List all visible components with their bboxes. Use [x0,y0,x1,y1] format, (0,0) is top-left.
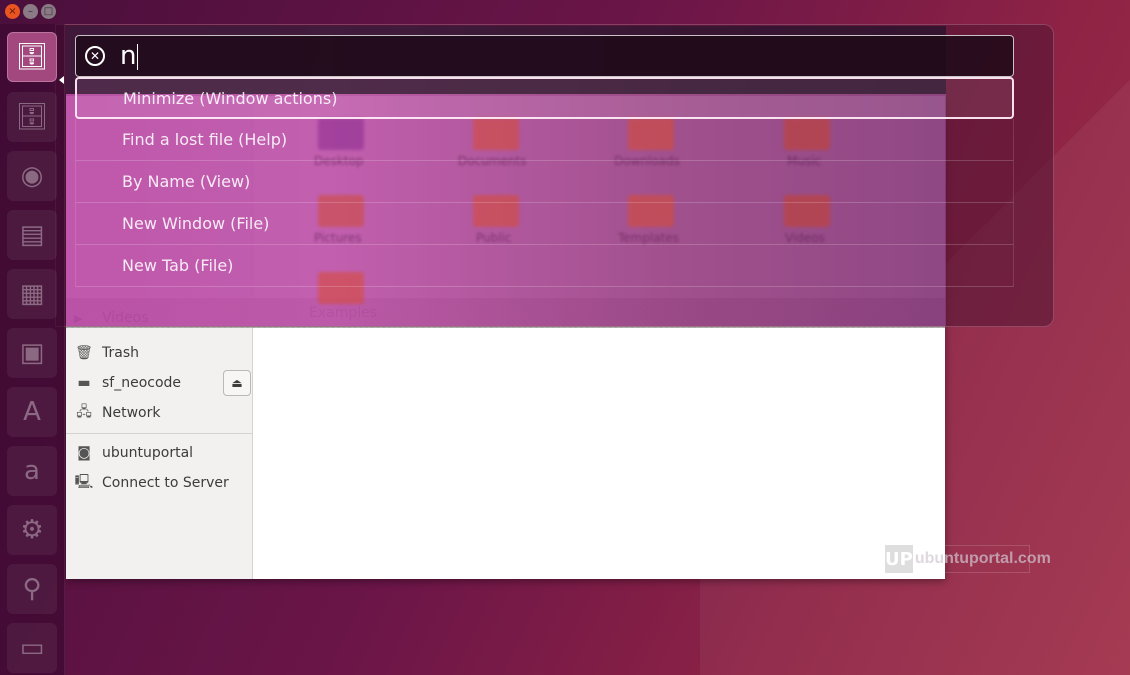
hud-search-input[interactable]: ✕ n [75,35,1014,77]
launcher-item-files[interactable]: 🗄 [7,32,57,82]
hud-result-item[interactable]: New Tab (File) [75,245,1014,287]
hud-result-item[interactable]: Minimize (Window actions) [75,77,1014,119]
sidebar-item-label: Network [102,405,161,421]
clear-search-icon[interactable]: ✕ [85,46,105,66]
launcher-item-files-secondary[interactable]: 🗄 [7,92,57,142]
active-indicator-icon [59,76,64,84]
libreoffice-calc-icon: ▦ [19,279,45,309]
settings-gear-icon: ⚙ [20,515,44,545]
launcher-item-amazon[interactable]: a [7,446,57,496]
launcher-item-system-settings[interactable]: ⚙ [7,505,57,555]
unity-launcher: 🗄 🗄 ◉ ▤ ▦ ▣ A a ⚙ ⚲ ▭ [0,24,65,675]
hud-result-item[interactable]: New Window (File) [75,203,1014,245]
eject-icon: ⏏ [231,376,243,390]
watermark-logo: UP [885,545,913,573]
sidebar-item-label: ubuntuportal [102,445,194,461]
hud-result-label: New Tab (File) [122,256,234,275]
launcher-item-drive[interactable]: ⚲ [7,564,57,614]
drive-icon: ⚲ [22,574,42,604]
hud-result-item[interactable]: Find a lost file (Help) [75,119,1014,161]
file-cabinet-icon: 🗄 [15,102,49,132]
sidebar-item-connect-to-server[interactable]: 🖳 Connect to Server [74,470,229,496]
maximize-window-button[interactable]: □ [41,4,56,19]
firefox-icon: ◉ [20,161,44,191]
libreoffice-impress-icon: ▣ [19,338,45,368]
launcher-item-impress[interactable]: ▣ [7,328,57,378]
server-icon: 🖳 [74,474,94,490]
sidebar-item-label: sf_neocode [102,375,182,391]
launcher-item-workspace-switcher[interactable]: ▭ [7,623,57,673]
hud-result-label: Find a lost file (Help) [122,130,288,149]
trash-icon: 🗑 [75,345,93,361]
sidebar-item-ubuntuportal[interactable]: ◙ ubuntuportal [74,440,193,466]
software-center-icon: A [23,397,41,427]
workspace-icon: ▭ [19,633,45,663]
network-icon: 🖧 [76,404,92,420]
close-window-button[interactable]: × [5,4,20,19]
amazon-icon: a [24,456,40,486]
hud-result-item[interactable]: By Name (View) [75,161,1014,203]
disk-icon: ◙ [77,445,91,461]
watermark-text: ubuntuportal.com [914,550,1051,567]
hud-results-list: Minimize (Window actions) Find a lost fi… [75,77,1014,287]
file-cabinet-icon: 🗄 [15,42,49,72]
text-caret [137,43,139,70]
eject-button[interactable]: ⏏ [223,370,251,396]
libreoffice-writer-icon: ▤ [19,220,45,250]
sidebar-item-label: Connect to Server [102,475,229,491]
sidebar-divider [66,433,253,434]
window-controls: × – □ [5,4,56,19]
sidebar-item-trash[interactable]: 🗑 Trash [74,340,139,366]
watermark: UP ubuntuportal.com [884,545,1051,573]
minimize-window-button[interactable]: – [23,4,38,19]
sidebar-item-sf-neocode[interactable]: ▬ sf_neocode [74,370,181,396]
sidebar-item-network[interactable]: 🖧 Network [74,400,160,426]
sidebar-item-label: Trash [102,345,139,361]
hud-result-label: Minimize (Window actions) [123,88,338,108]
launcher-item-software-center[interactable]: A [7,387,57,437]
launcher-item-firefox[interactable]: ◉ [7,151,57,201]
launcher-item-writer[interactable]: ▤ [7,210,57,260]
drive-icon: ▬ [77,375,91,391]
hud-result-label: By Name (View) [122,172,251,191]
launcher-item-calc[interactable]: ▦ [7,269,57,319]
hud-result-label: New Window (File) [122,214,270,233]
search-query[interactable]: n [120,41,139,71]
